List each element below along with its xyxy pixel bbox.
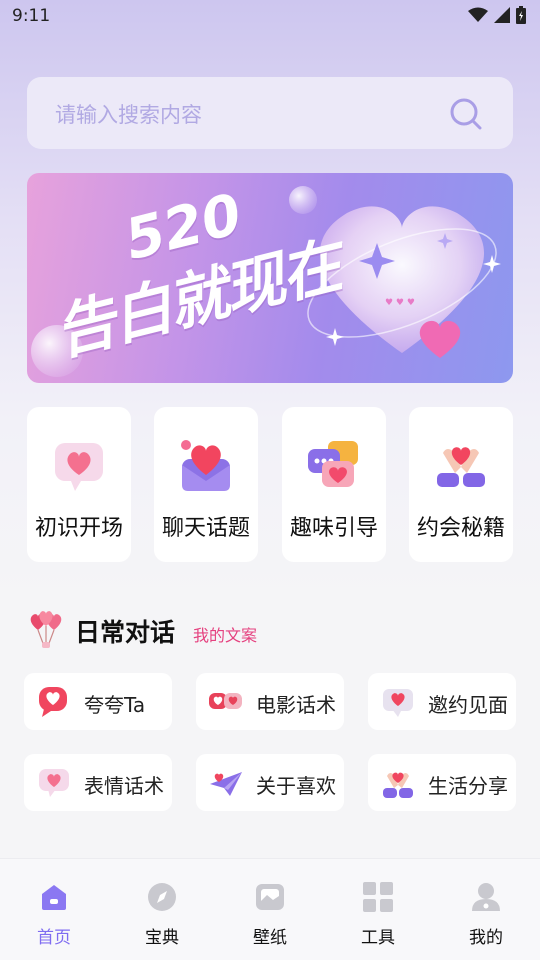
chip-movie[interactable]: 电影话术 — [196, 673, 344, 730]
chip-emoji[interactable]: 表情话术 — [24, 754, 172, 811]
wifi-icon — [468, 7, 488, 22]
tab-label: 我的 — [469, 928, 503, 948]
home-icon — [42, 885, 66, 910]
my-copy-link[interactable]: 我的文案 — [193, 622, 257, 646]
double-heart-bubble-icon — [209, 693, 242, 709]
chip-about-like[interactable]: 关于喜欢 — [196, 754, 344, 811]
feature-card-dating[interactable]: 约会秘籍 — [409, 407, 513, 562]
hands-heart-icon — [383, 772, 413, 798]
chip-life-share[interactable]: 生活分享 — [368, 754, 516, 811]
feature-grid: 初识开场 聊天话题 趣味引导 约会秘籍 — [27, 407, 513, 562]
heart-bubble-icon — [55, 443, 103, 491]
feature-label: 初识开场 — [34, 516, 123, 541]
tab-mine[interactable]: 我的 — [432, 859, 540, 960]
chip-label: 生活分享 — [428, 774, 508, 798]
search-icon[interactable] — [449, 97, 483, 131]
chat-bubbles-icon — [308, 441, 358, 487]
signal-icon — [494, 7, 510, 23]
tab-label: 壁纸 — [253, 928, 287, 948]
tab-wallpaper[interactable]: 壁纸 — [216, 859, 324, 960]
chip-label: 夸夸Ta — [84, 693, 146, 717]
feature-card-topics[interactable]: 聊天话题 — [154, 407, 258, 562]
search-box[interactable]: 请输入搜索内容 — [27, 77, 513, 149]
tab-home[interactable]: 首页 — [0, 859, 108, 960]
chip-label: 邀约见面 — [428, 693, 508, 717]
feature-card-fun[interactable]: 趣味引导 — [282, 407, 386, 562]
section-header: 日常对话 我的文案 — [27, 607, 513, 653]
chip-invite[interactable]: 邀约见面 — [368, 673, 516, 730]
tab-guide[interactable]: 宝典 — [108, 859, 216, 960]
status-icons — [468, 6, 526, 24]
svg-text:♥ ♥ ♥: ♥ ♥ ♥ — [385, 298, 415, 308]
status-time: 9:11 — [12, 6, 51, 26]
heart-bubble-icon — [39, 769, 69, 797]
feature-label: 约会秘籍 — [416, 516, 505, 541]
tab-tools[interactable]: 工具 — [324, 859, 432, 960]
hands-heart-icon — [437, 447, 485, 487]
feature-label: 聊天话题 — [161, 516, 250, 541]
feature-card-intro[interactable]: 初识开场 — [27, 407, 131, 562]
battery-icon — [516, 6, 526, 24]
search-placeholder: 请输入搜索内容 — [55, 103, 202, 127]
chip-label: 关于喜欢 — [256, 774, 336, 798]
user-icon — [472, 883, 500, 911]
paper-plane-icon — [210, 772, 242, 796]
love-envelope-icon — [181, 440, 230, 491]
heart-balloons-icon — [30, 611, 62, 648]
image-icon — [256, 884, 284, 910]
tab-label: 首页 — [37, 928, 71, 948]
chip-label: 表情话术 — [84, 774, 164, 798]
tab-label: 工具 — [361, 928, 395, 948]
status-bar: 9:11 — [0, 0, 540, 34]
promo-banner[interactable]: ♥ ♥ ♥ 520 告白就现在 — [27, 173, 513, 383]
feature-label: 趣味引导 — [289, 516, 378, 541]
bottom-tab-bar: 首页 宝典 壁纸 工具 我的 — [0, 858, 540, 960]
compass-icon — [148, 883, 176, 911]
tab-label: 宝典 — [145, 928, 179, 948]
chip-praise[interactable]: 夸夸Ta — [24, 673, 172, 730]
heart-message-icon — [383, 689, 413, 717]
section-title: 日常对话 — [75, 618, 176, 647]
chip-label: 电影话术 — [256, 693, 336, 717]
heart-speech-icon — [39, 687, 67, 717]
grid-icon — [363, 882, 393, 912]
